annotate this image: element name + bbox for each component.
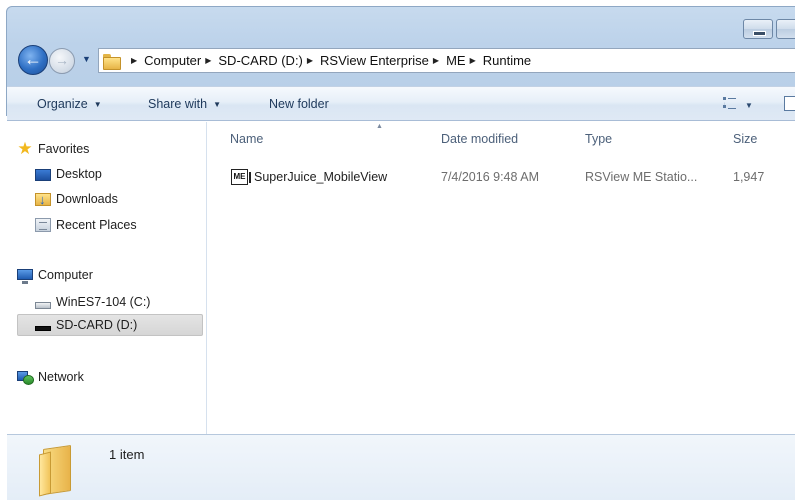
breadcrumb-rsview-enterprise[interactable]: ▶ RSView Enterprise [303, 53, 429, 68]
address-row: ← → ▼ ▶ Computer ▶ SD-CARD (D:) ▶ RSView En… [18, 44, 795, 76]
column-header-label: Type [585, 132, 613, 146]
chevron-right-icon: ▶ [306, 56, 314, 65]
column-header-label: Date modified [441, 132, 519, 146]
back-button[interactable]: ← [18, 45, 48, 75]
column-header-type[interactable]: Type [585, 132, 612, 146]
preview-pane-button[interactable] [784, 96, 795, 111]
removable-drive-icon [35, 326, 51, 331]
command-bar: Organize ▼ Share with ▼ New folder ▼ [7, 86, 795, 121]
file-size: 1,947 [733, 170, 765, 184]
network-icon [17, 369, 34, 385]
folder-icon [103, 53, 121, 70]
downloads-icon [35, 192, 51, 207]
sidebar-item-label: Favorites [38, 142, 90, 156]
breadcrumb-computer[interactable]: ▶ Computer [127, 53, 201, 68]
column-header-date-modified[interactable]: Date modified [441, 132, 518, 146]
sidebar-item-network[interactable]: Network [17, 366, 84, 388]
details-pane: 1 item [7, 434, 795, 500]
maximize-button[interactable] [776, 19, 795, 39]
change-view-button[interactable]: ▼ [723, 97, 753, 111]
view-details-icon [723, 97, 737, 109]
chevron-down-icon: ▼ [745, 101, 753, 110]
sidebar-item-label: SD-CARD (D:) [56, 318, 138, 332]
item-count: 1 item [109, 447, 145, 462]
column-header-name[interactable]: Name [230, 132, 263, 146]
sidebar-item-computer[interactable]: Computer [17, 264, 93, 286]
sidebar-item-label: WinES7-104 (C:) [56, 295, 151, 309]
chevron-down-icon: ▼ [213, 100, 221, 109]
column-header-label: Name [230, 132, 264, 146]
sort-ascending-icon: ▲ [376, 123, 383, 130]
breadcrumb-label: RSView Enterprise [320, 53, 429, 68]
sidebar-item-label: Recent Places [56, 218, 137, 232]
table-row[interactable]: ME SuperJuice_MobileView 7/4/2016 9:48 A… [228, 166, 795, 188]
file-name: SuperJuice_MobileView [254, 170, 388, 184]
share-with-label: Share with [148, 97, 208, 111]
sidebar-item-drive-c[interactable]: WinES7-104 (C:) [35, 291, 150, 313]
column-header-label: Size [733, 132, 758, 146]
column-header-size[interactable]: Size [733, 132, 757, 146]
new-folder-label: New folder [269, 97, 329, 111]
star-icon: ★ [17, 139, 33, 158]
sidebar-item-desktop[interactable]: Desktop [35, 163, 102, 185]
chevron-right-icon: ▶ [432, 56, 440, 65]
back-arrow-icon: ← [24, 49, 42, 69]
new-folder-button[interactable]: New folder [269, 97, 329, 111]
recent-pages-dropdown[interactable]: ▼ [82, 52, 94, 66]
drive-icon [35, 301, 51, 309]
minimize-button[interactable] [743, 19, 773, 39]
chevron-right-icon: ▶ [205, 56, 212, 65]
chevron-right-icon: ▶ [131, 56, 138, 65]
file-list: Name ▲ Date modified Type Size ME SuperJ… [208, 122, 795, 434]
breadcrumb-label: Computer [144, 53, 202, 68]
sidebar-item-label: Computer [38, 268, 93, 282]
forward-arrow-icon: → [55, 52, 69, 68]
sidebar-item-favorites[interactable]: ★ Favorites [17, 138, 89, 160]
address-bar[interactable]: ▶ Computer ▶ SD-CARD (D:) ▶ RSView Enterpri… [98, 48, 795, 73]
organize-label: Organize [37, 97, 88, 111]
sidebar-item-downloads[interactable]: Downloads [35, 188, 118, 210]
sidebar-item-sd-card[interactable]: SD-CARD (D:) [17, 314, 203, 336]
file-date-modified: 7/4/2016 9:48 AM [441, 170, 539, 184]
breadcrumb-label: Runtime [482, 53, 532, 68]
sidebar-item-label: Downloads [56, 192, 118, 206]
breadcrumb-runtime[interactable]: ▶ Runtime [466, 53, 532, 68]
explorer-window: ← → ▼ ▶ Computer ▶ SD-CARD (D:) ▶ RSView En… [0, 0, 795, 500]
sidebar-item-label: Network [38, 370, 84, 384]
breadcrumb-label: SD-CARD (D:) [218, 53, 303, 68]
chevron-down-icon: ▼ [93, 100, 102, 109]
file-type: RSView ME Statio... [585, 170, 698, 184]
organize-button[interactable]: Organize ▼ [37, 97, 102, 111]
forward-button[interactable]: → [49, 48, 75, 74]
sidebar-item-label: Desktop [56, 167, 102, 181]
desktop-icon [35, 169, 51, 181]
breadcrumb-me[interactable]: ▶ ME [429, 53, 466, 68]
folder-icon [39, 447, 77, 493]
navigation-pane: ★ Favorites Desktop Downloads Recent Pla… [7, 122, 207, 434]
chevron-down-icon: ▼ [82, 54, 91, 64]
breadcrumb-sd-card[interactable]: ▶ SD-CARD (D:) [201, 53, 303, 68]
share-with-button[interactable]: Share with ▼ [148, 97, 221, 111]
breadcrumb-label: ME [446, 53, 466, 68]
runtime-file-icon: ME [231, 169, 251, 185]
chevron-right-icon: ▶ [469, 56, 476, 65]
computer-icon [17, 268, 33, 284]
recent-places-icon [35, 218, 51, 232]
sidebar-item-recent-places[interactable]: Recent Places [35, 214, 137, 236]
